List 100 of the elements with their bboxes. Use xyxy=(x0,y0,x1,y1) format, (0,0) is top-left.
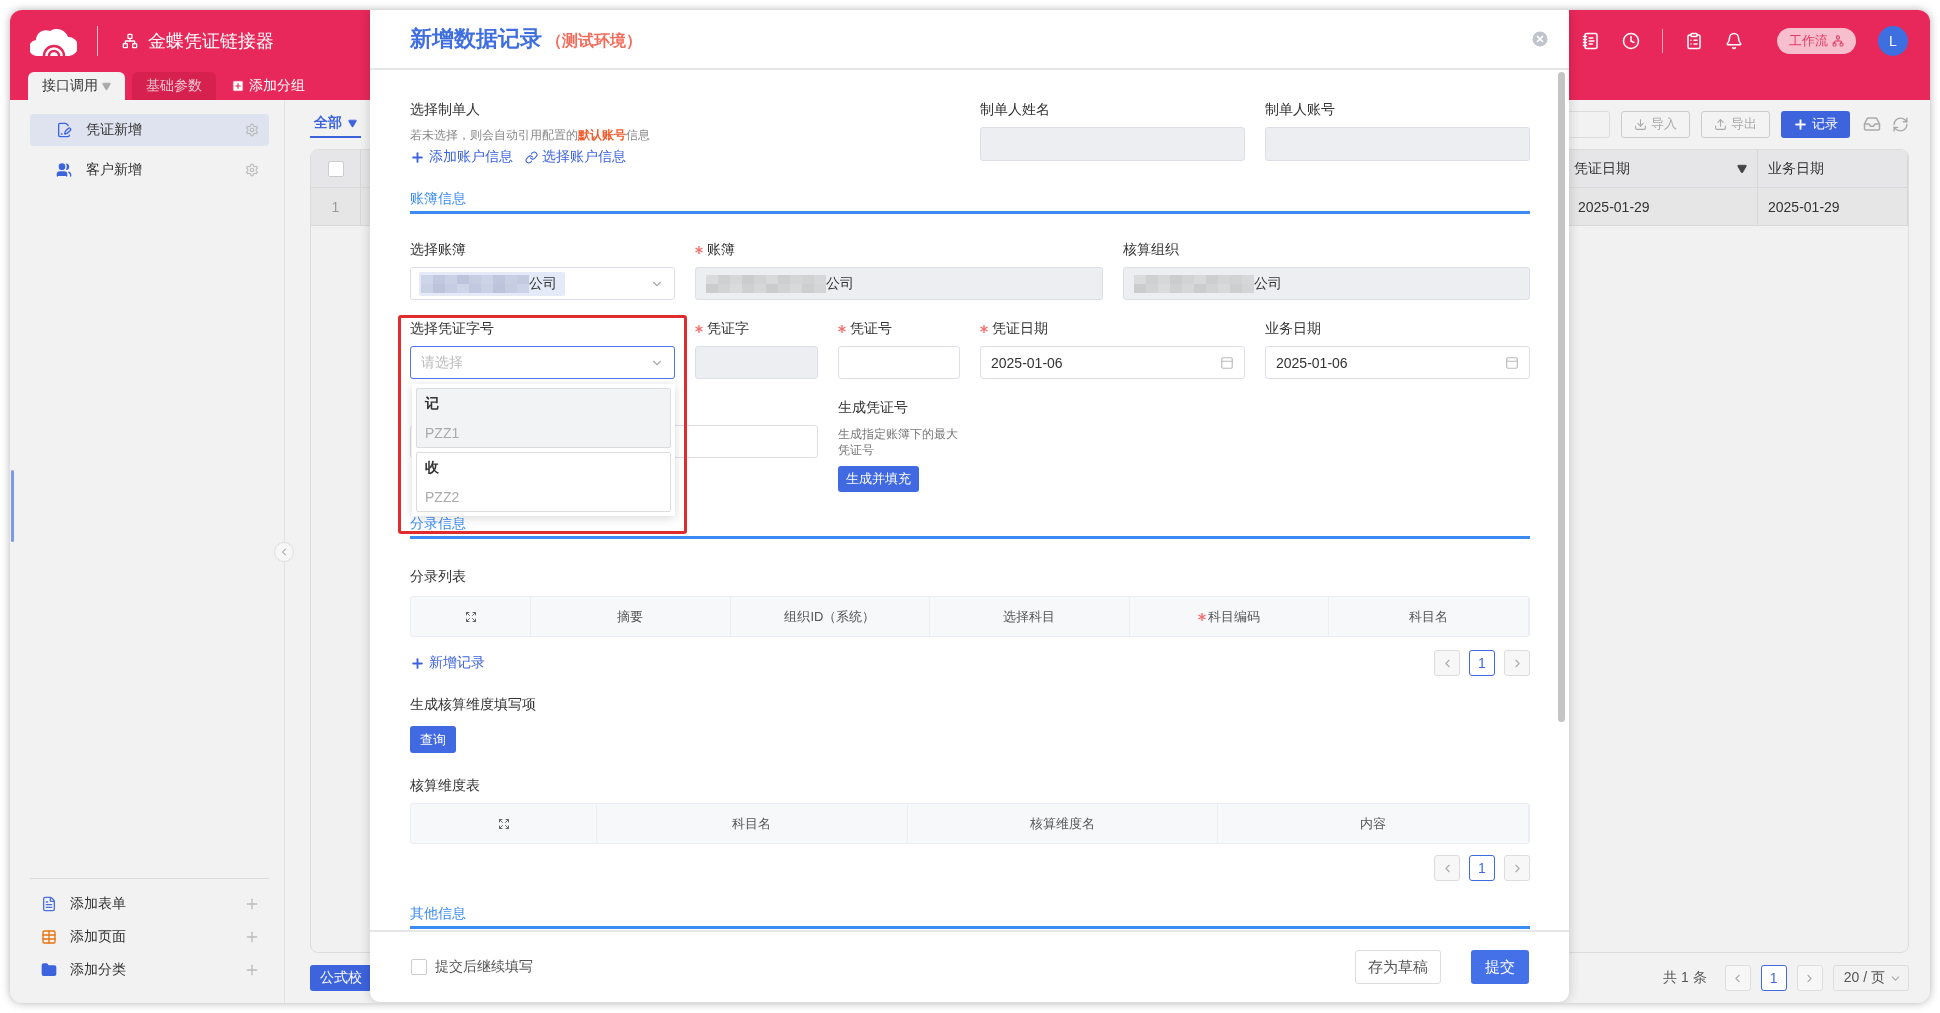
sidebar-action[interactable]: 添加表单 xyxy=(70,894,126,913)
clipboard-icon[interactable] xyxy=(1685,32,1703,50)
option-title: 收 xyxy=(425,459,440,477)
next-page-button[interactable] xyxy=(1504,650,1530,676)
sidebar-item-label: 客户新增 xyxy=(86,161,142,179)
field-value: 2025-01-06 xyxy=(991,354,1063,371)
field-label: 选择制单人 xyxy=(410,101,480,119)
clock-icon[interactable] xyxy=(1622,32,1640,50)
save-draft-button[interactable]: 存为草稿 xyxy=(1355,950,1441,984)
sidebar-action[interactable]: 添加页面 xyxy=(70,927,126,946)
nav-tab[interactable]: 接口调用 xyxy=(28,72,125,100)
generate-button[interactable]: 生成并填充 xyxy=(837,466,919,492)
hierarchy-icon xyxy=(122,33,138,49)
submit-button[interactable]: 提交 xyxy=(1471,950,1529,984)
column-header: 选择科目 xyxy=(1003,607,1056,626)
account-link[interactable]: 添加账户信息 xyxy=(410,148,513,166)
notebook-icon[interactable] xyxy=(1582,32,1600,50)
upload-icon xyxy=(1714,117,1727,131)
nav-tab[interactable]: 基础参数 xyxy=(132,72,216,100)
column-header: 内容 xyxy=(1360,814,1387,833)
settings-icon[interactable] xyxy=(245,163,259,177)
dropdown-option[interactable]: 收 PZZ2 xyxy=(416,452,671,512)
input-field[interactable] xyxy=(837,346,960,379)
column-header: 摘要 xyxy=(617,607,644,626)
option-code: PZZ2 xyxy=(425,489,461,505)
plus-icon xyxy=(410,149,425,165)
date-field[interactable]: 2025-01-06 xyxy=(980,346,1245,379)
prev-page-button[interactable] xyxy=(1724,965,1751,991)
query-button[interactable]: 查询 xyxy=(410,726,456,753)
total-count: 共 1 条 xyxy=(1663,969,1707,987)
add-group-button[interactable]: 添加分组 xyxy=(231,72,305,100)
page-button[interactable]: 1 xyxy=(1469,855,1495,881)
toolbar-button[interactable]: 记录 xyxy=(1781,110,1850,138)
table-icon xyxy=(41,928,57,945)
column-header: 业务日期 xyxy=(1758,150,1908,187)
filter-caret-icon[interactable] xyxy=(1737,163,1747,174)
refresh-icon[interactable] xyxy=(1892,115,1909,133)
add-record-link[interactable]: 新增记录 xyxy=(410,654,485,672)
scrollbar-thumb[interactable] xyxy=(1558,72,1565,722)
inbox-icon[interactable] xyxy=(1863,115,1881,133)
settings-icon[interactable] xyxy=(245,123,259,137)
option-code: PZZ1 xyxy=(425,425,461,441)
folder-icon xyxy=(41,961,57,978)
field-value: 公司 xyxy=(529,274,557,293)
form-icon xyxy=(41,895,57,912)
page-button[interactable]: 1 xyxy=(1760,965,1787,991)
dropdown-option[interactable]: 记 PZZ1 xyxy=(416,388,671,448)
hierarchy-icon xyxy=(1832,35,1844,47)
table-label: 核算维度表 xyxy=(410,776,481,795)
caret-icon xyxy=(102,81,111,91)
field-label: 生成核算维度填写项 xyxy=(410,695,537,714)
scrollbar-thumb[interactable] xyxy=(11,470,14,542)
filter-tab[interactable]: 全部 xyxy=(310,110,361,138)
page-size-select[interactable]: 20 / 页 xyxy=(1832,965,1909,991)
expand-icon[interactable] xyxy=(497,817,510,830)
checkbox-label: 提交后继续填写 xyxy=(435,958,533,976)
field-label: 业务日期 xyxy=(1265,320,1321,338)
date-field[interactable]: 2025-01-06 xyxy=(1265,346,1530,379)
field-label: 凭证日期 xyxy=(992,320,1048,338)
hint-text: 生成指定账簿下的最大凭证号 xyxy=(837,426,959,458)
plus-icon xyxy=(410,655,425,671)
checkbox[interactable] xyxy=(327,160,344,177)
sidebar-item[interactable]: 客户新增 xyxy=(30,154,269,186)
field-label: 账簿 xyxy=(707,241,735,259)
prev-page-button[interactable] xyxy=(1434,650,1460,676)
checkbox[interactable] xyxy=(411,959,427,975)
collapse-handle[interactable] xyxy=(274,542,294,562)
prev-page-button[interactable] xyxy=(1434,855,1460,881)
option-title: 记 xyxy=(425,395,440,413)
sidebar-action[interactable]: 添加分类 xyxy=(70,960,126,979)
column-header: 科目名 xyxy=(732,814,772,833)
page-button[interactable]: 1 xyxy=(1469,650,1495,676)
app-title: 金蝶凭证链接器 xyxy=(148,30,274,53)
field-value: 公司 xyxy=(1253,274,1282,293)
file-edit-icon xyxy=(56,122,72,138)
sidebar-item[interactable]: 凭证新增 xyxy=(30,114,269,146)
next-page-button[interactable] xyxy=(1504,855,1530,881)
download-icon xyxy=(1634,117,1647,131)
column-header: 科目名 xyxy=(1409,607,1449,626)
select-field[interactable]: 公司 xyxy=(410,267,675,300)
account-link[interactable]: 选择账户信息 xyxy=(525,148,626,166)
field-value: 公司 xyxy=(826,274,854,293)
field-label: 凭证号 xyxy=(849,320,892,338)
next-page-button[interactable] xyxy=(1796,965,1823,991)
users-icon xyxy=(56,162,72,178)
expand-icon[interactable] xyxy=(464,610,477,623)
environment-label: （测试环境） xyxy=(546,30,642,51)
field-label: 凭证字 xyxy=(707,320,749,338)
close-icon[interactable] xyxy=(1530,29,1550,49)
caret-icon xyxy=(348,118,357,128)
calendar-icon xyxy=(1220,355,1234,370)
hint-text: 若未选择，则会自动引用配置的默认账号信息 xyxy=(410,127,651,144)
user-avatar[interactable]: L xyxy=(1878,26,1908,56)
row-number: 1 xyxy=(311,188,361,225)
field-label: 生成凭证号 xyxy=(837,399,908,417)
field-label: 制单人账号 xyxy=(1265,101,1335,119)
column-header: 核算维度名 xyxy=(1030,814,1095,833)
field-value: 2025-01-06 xyxy=(1276,354,1348,371)
table-cell: 2025-01-29 xyxy=(1758,188,1908,225)
bell-icon[interactable] xyxy=(1725,32,1743,50)
